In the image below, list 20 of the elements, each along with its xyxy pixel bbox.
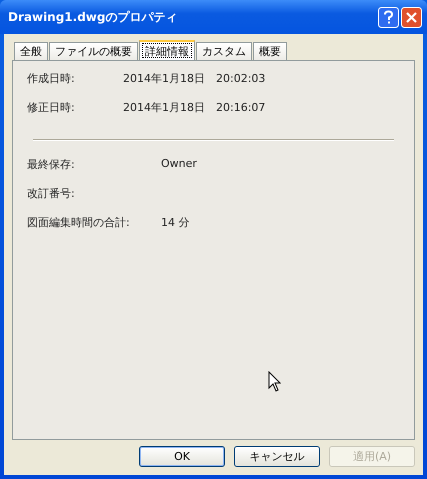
tab[interactable]: 概要 [253,42,287,60]
dialog-button[interactable]: OK [139,446,225,467]
field-value: 14 分 [161,215,190,230]
window-title: Drawing1.dwgのプロパティ [8,8,178,26]
field-label: 作成日時: [27,71,76,86]
tab[interactable]: 詳細情報 [139,40,195,61]
dialog-button[interactable]: キャンセル [234,446,320,467]
field-label: 図面編集時間の合計: [27,215,131,230]
field-value: Owner [161,157,198,172]
field-label: 改訂番号: [27,186,76,201]
mouse-pointer-icon [268,371,281,392]
field-label: 修正日時: [27,100,76,115]
field-value: 2014年1月18日 20:16:07 [123,100,266,115]
field-label: 最終保存: [27,157,76,172]
tab[interactable]: カスタム [196,42,252,60]
tab[interactable]: 全般 [14,42,48,60]
close-button[interactable] [401,6,422,28]
field-value: 2014年1月18日 20:02:03 [123,71,266,86]
help-button[interactable] [378,6,399,28]
tab[interactable]: ファイルの概要 [49,42,138,60]
